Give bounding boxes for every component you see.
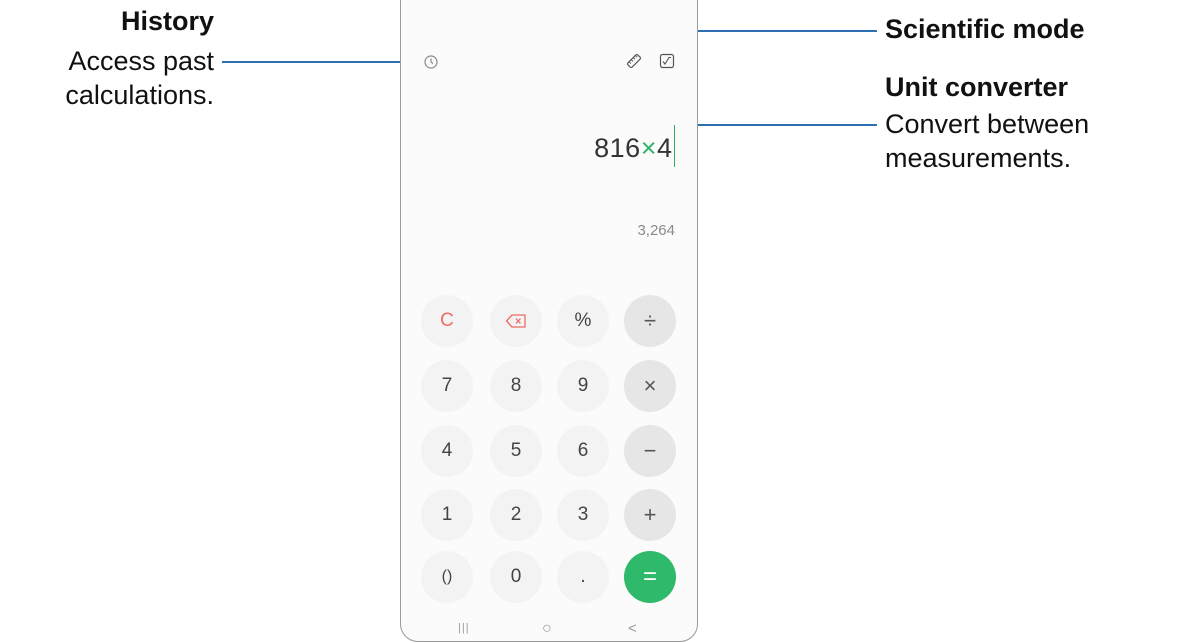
unit-callout-title: Unit converter — [885, 72, 1069, 102]
home-button[interactable]: ○ — [542, 620, 552, 638]
equals-button[interactable]: = — [624, 551, 676, 603]
expression-left-operand: 816 — [594, 133, 641, 163]
digit-6-button[interactable]: 6 — [557, 425, 609, 477]
history-icon[interactable] — [423, 54, 439, 73]
scientific-mode-icon[interactable] — [659, 53, 675, 72]
back-button[interactable]: < — [628, 620, 637, 637]
expression-right-operand: 4 — [656, 133, 673, 163]
multiply-button[interactable]: × — [624, 360, 676, 412]
backspace-button[interactable] — [490, 295, 542, 347]
digit-0-button[interactable]: 0 — [490, 551, 542, 603]
subtract-button[interactable]: − — [624, 425, 676, 477]
unit-callout-desc-line1: Convert between — [885, 109, 1090, 139]
digit-3-button[interactable]: 3 — [557, 489, 609, 541]
parentheses-button[interactable]: () — [421, 551, 473, 603]
phone-frame: 816×4 3,264 C % ÷ 7 8 9 × 4 5 6 − 1 2 3 … — [400, 0, 698, 642]
digit-7-button[interactable]: 7 — [421, 360, 473, 412]
digit-4-button[interactable]: 4 — [421, 425, 473, 477]
history-callout-title: History — [120, 6, 214, 36]
history-leader-line — [222, 61, 420, 63]
digit-1-button[interactable]: 1 — [421, 489, 473, 541]
digit-8-button[interactable]: 8 — [490, 360, 542, 412]
digit-5-button[interactable]: 5 — [490, 425, 542, 477]
decimal-button[interactable]: . — [557, 551, 609, 603]
expression-operator: × — [640, 133, 657, 163]
recent-apps-button[interactable]: ||| — [458, 622, 470, 634]
expression-display[interactable]: 816×4 — [594, 125, 675, 167]
ruler-icon[interactable] — [625, 52, 643, 73]
digit-9-button[interactable]: 9 — [557, 360, 609, 412]
result-preview: 3,264 — [637, 222, 675, 239]
digit-2-button[interactable]: 2 — [490, 489, 542, 541]
add-button[interactable]: + — [624, 489, 676, 541]
divide-button[interactable]: ÷ — [624, 295, 676, 347]
text-cursor — [673, 125, 675, 167]
percent-button[interactable]: % — [557, 295, 609, 347]
history-callout-desc-line1: Access past — [68, 46, 214, 76]
scientific-callout-title: Scientific mode — [885, 14, 1085, 44]
clear-button[interactable]: C — [421, 295, 473, 347]
unit-callout-desc-line2: measurements. — [885, 143, 1072, 173]
history-callout-desc-line2: calculations. — [65, 80, 214, 110]
backspace-icon — [505, 314, 526, 328]
